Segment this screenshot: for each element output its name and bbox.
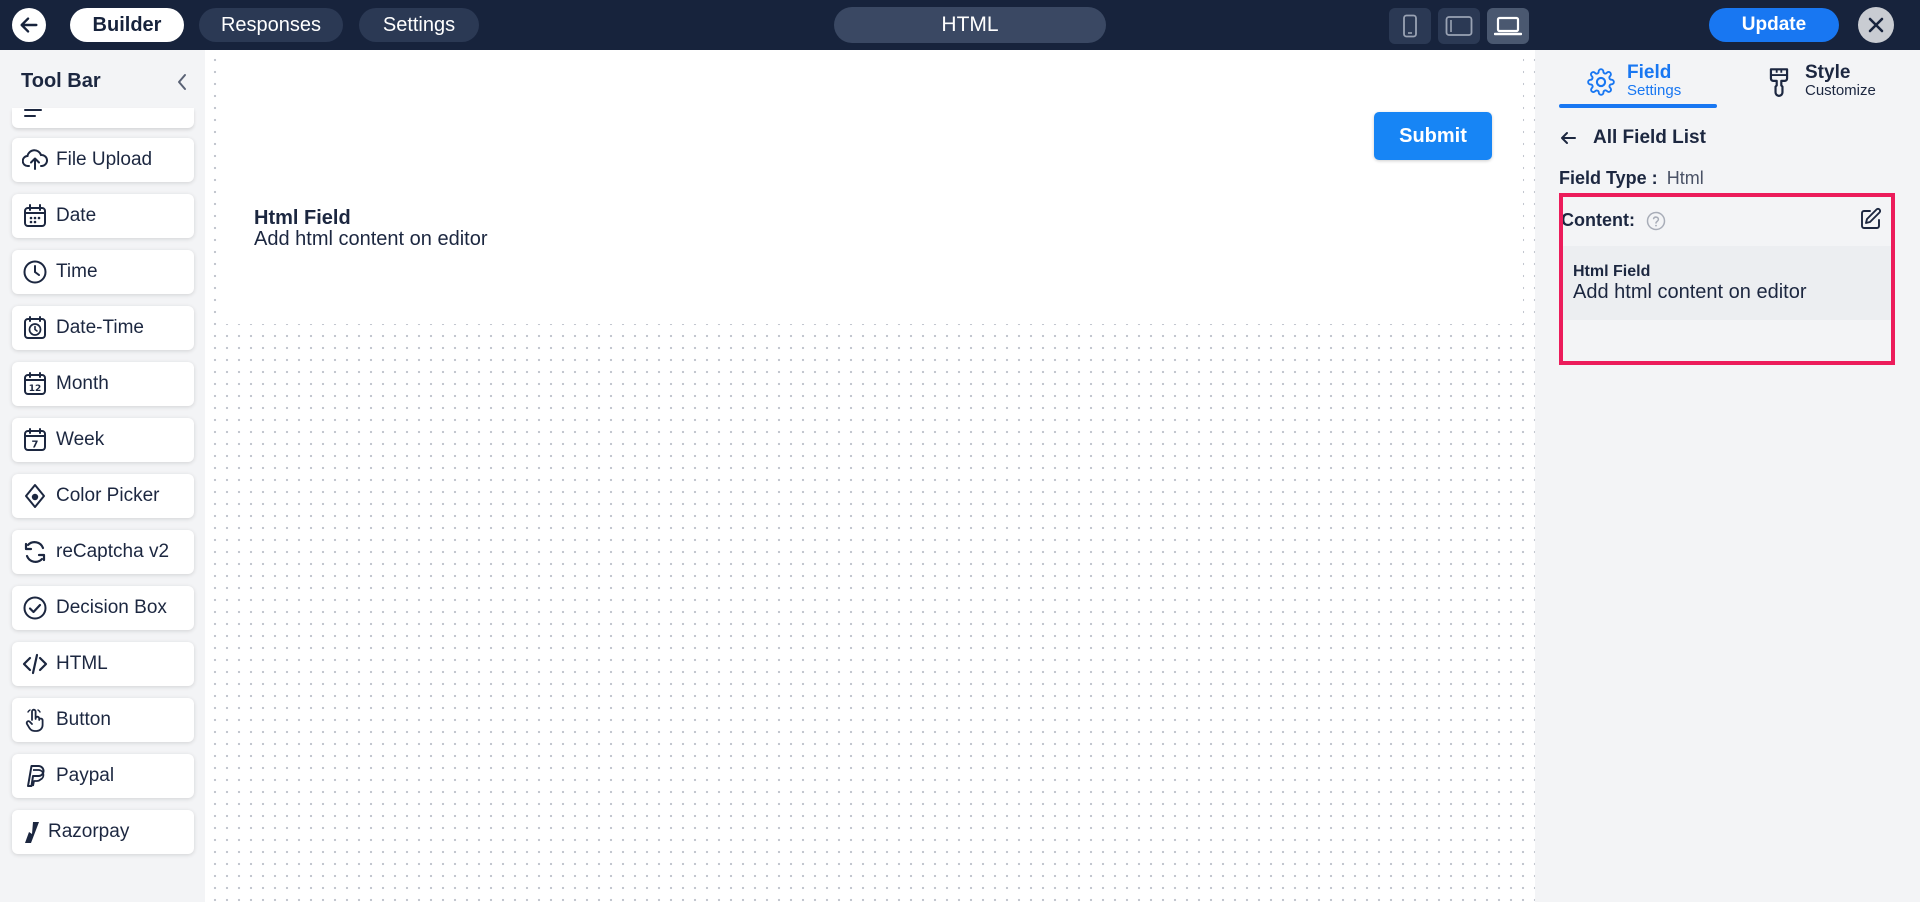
- tool-item-date[interactable]: Date: [12, 194, 194, 238]
- tool-item-label: File Upload: [56, 149, 153, 170]
- field-type-value: Html: [1666, 168, 1704, 188]
- paypal-icon: [22, 763, 48, 789]
- month-calendar-icon: 12: [22, 371, 48, 397]
- tool-item-recaptcha[interactable]: reCaptcha v2: [12, 530, 194, 574]
- all-field-list-link[interactable]: All Field List: [1559, 127, 1706, 149]
- form-preview: Submit Html Field Add html content on ed…: [221, 50, 1523, 324]
- tab-builder[interactable]: Builder: [70, 8, 184, 42]
- tab-field-main-label: Field: [1627, 62, 1672, 83]
- laptop-icon: [1494, 16, 1522, 36]
- tool-item-partial[interactable]: [12, 108, 194, 128]
- field-type-row: Field Type : Html: [1559, 168, 1704, 189]
- arrow-left-icon: [1559, 130, 1581, 146]
- mobile-view-button[interactable]: [1389, 8, 1431, 44]
- all-field-list-label: All Field List: [1593, 127, 1706, 148]
- tool-item-label: Week: [56, 429, 105, 450]
- color-drop-icon: [22, 483, 48, 509]
- tool-item-time[interactable]: Time: [12, 250, 194, 294]
- clock-icon: [22, 259, 48, 285]
- mobile-icon: [1403, 14, 1417, 38]
- tab-settings[interactable]: Settings: [359, 8, 479, 42]
- tab-field-sub-label: Settings: [1627, 82, 1682, 99]
- close-icon: [1868, 17, 1884, 33]
- calendar-icon: [22, 203, 48, 229]
- tab-field-settings[interactable]: Field Settings: [1585, 62, 1681, 102]
- field-type-label: Field Type :: [1559, 168, 1658, 188]
- update-button[interactable]: Update: [1709, 8, 1839, 42]
- tool-item-decision-box[interactable]: Decision Box: [12, 586, 194, 630]
- active-tab-indicator: [1559, 104, 1717, 108]
- chevron-left-icon: [178, 74, 186, 90]
- laptop-view-button[interactable]: [1487, 8, 1529, 44]
- tool-bar: Tool Bar File Upload Date Time Date-Time…: [0, 50, 205, 902]
- tool-item-html[interactable]: HTML: [12, 642, 194, 686]
- tool-item-label: HTML: [56, 653, 108, 674]
- tool-item-paypal[interactable]: Paypal: [12, 754, 194, 798]
- tablet-view-button[interactable]: [1438, 8, 1480, 44]
- tool-item-color-picker[interactable]: Color Picker: [12, 474, 194, 518]
- collapse-toolbar-button[interactable]: [172, 70, 192, 94]
- form-canvas: Submit Html Field Add html content on ed…: [205, 50, 1535, 902]
- tab-style-customize[interactable]: Style Customize: [1763, 62, 1876, 102]
- form-title[interactable]: HTML: [834, 7, 1106, 43]
- tool-item-button[interactable]: Button: [12, 698, 194, 742]
- upload-icon: [22, 147, 48, 173]
- field-settings-panel: Field Settings Style Customize All Field…: [1535, 50, 1920, 902]
- tool-item-week[interactable]: 7 Week: [12, 418, 194, 462]
- code-icon: [22, 651, 48, 677]
- paint-brush-icon: [1763, 66, 1795, 98]
- svg-text:12: 12: [29, 384, 42, 394]
- gear-icon: [1585, 66, 1617, 98]
- submit-button[interactable]: Submit: [1374, 112, 1492, 160]
- tab-style-main-label: Style: [1805, 62, 1851, 83]
- tool-item-label: Month: [56, 373, 109, 394]
- tab-responses[interactable]: Responses: [199, 8, 343, 42]
- svg-text:7: 7: [32, 440, 39, 451]
- tool-item-date-time[interactable]: Date-Time: [12, 306, 194, 350]
- tool-item-label: Time: [56, 261, 98, 282]
- tool-item-label: Decision Box: [56, 597, 167, 618]
- tool-item-month[interactable]: 12 Month: [12, 362, 194, 406]
- check-circle-icon: [22, 595, 48, 621]
- tablet-icon: [1445, 16, 1473, 36]
- top-bar: Builder Responses Settings HTML Update: [0, 0, 1920, 50]
- tool-item-label: reCaptcha v2: [56, 541, 170, 562]
- tool-item-label: Color Picker: [56, 485, 160, 506]
- tool-item-razorpay[interactable]: Razorpay: [12, 810, 194, 854]
- recaptcha-icon: [22, 539, 48, 565]
- date-time-icon: [22, 315, 48, 341]
- tool-item-label: Date-Time: [56, 317, 144, 338]
- tool-icon: [24, 109, 42, 117]
- tool-item-label: Date: [56, 205, 97, 226]
- html-field-title[interactable]: Html Field: [254, 207, 351, 230]
- close-button[interactable]: [1858, 7, 1894, 43]
- week-calendar-icon: 7: [22, 427, 48, 453]
- back-button[interactable]: [12, 8, 46, 42]
- tool-item-file-upload[interactable]: File Upload: [12, 138, 194, 182]
- tool-item-label: Button: [56, 709, 111, 730]
- tab-style-sub-label: Customize: [1805, 82, 1876, 99]
- arrow-left-icon: [20, 17, 38, 33]
- razorpay-icon: [22, 819, 42, 845]
- highlight-box: [1559, 193, 1895, 365]
- tool-item-label: Razorpay: [48, 821, 130, 842]
- html-field-description[interactable]: Add html content on editor: [254, 228, 487, 251]
- pointer-hand-icon: [22, 707, 48, 733]
- tool-bar-title: Tool Bar: [21, 70, 101, 92]
- tool-item-label: Paypal: [56, 765, 115, 786]
